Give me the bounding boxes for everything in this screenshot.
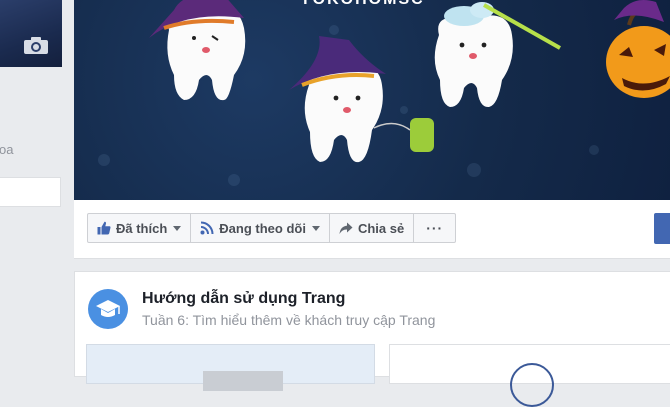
guide-thumbnail-right[interactable] <box>389 344 670 407</box>
like-button[interactable]: Đã thích <box>87 213 192 243</box>
chevron-down-icon <box>311 225 320 231</box>
guide-subtitle: Tuần 6: Tìm hiểu thêm về khách truy cập … <box>142 312 436 328</box>
thumbs-up-icon <box>97 221 111 235</box>
pumpkin <box>606 0 670 98</box>
share-button[interactable]: Chia sẻ <box>328 213 415 243</box>
left-column: oa <box>0 0 62 377</box>
sidebar-box[interactable] <box>0 177 61 207</box>
action-button-group: Đã thích Đang theo dõi Chia sẻ ··· <box>87 213 457 243</box>
cover-photo[interactable]: YOKOHOMSC <box>74 0 670 200</box>
guide-title[interactable]: Hướng dẫn sử dụng Trang <box>142 290 345 308</box>
guide-thumbnail-left[interactable] <box>86 344 375 391</box>
tooth-witch-hat-2 <box>289 36 434 163</box>
primary-action-button[interactable] <box>654 213 670 244</box>
chevron-down-icon <box>173 225 182 231</box>
circle-icon <box>510 363 554 407</box>
thumbnail-placeholder <box>203 371 283 391</box>
more-options-label: ··· <box>426 220 444 236</box>
page-guide-card: Hướng dẫn sử dụng Trang Tuần 6: Tìm hiểu… <box>74 271 670 407</box>
cover-illustration <box>98 0 670 186</box>
camera-icon[interactable] <box>23 36 49 55</box>
graduation-cap-icon <box>96 300 120 317</box>
sidebar-partial-text: oa <box>0 142 14 157</box>
rss-icon <box>200 221 214 235</box>
page-action-bar: Đã thích Đang theo dõi Chia sẻ ··· <box>74 200 670 259</box>
profile-photo[interactable] <box>0 0 62 67</box>
follow-button-label: Đang theo dõi <box>219 220 306 236</box>
like-button-label: Đã thích <box>116 220 168 236</box>
tooth-witch-hat-1 <box>149 0 246 101</box>
follow-button[interactable]: Đang theo dõi <box>190 213 330 243</box>
tooth-toothbrush <box>434 2 561 108</box>
more-options-button[interactable]: ··· <box>413 213 457 243</box>
share-arrow-icon <box>339 222 353 234</box>
guide-icon-wrapper <box>88 289 128 329</box>
share-button-label: Chia sẻ <box>357 220 405 236</box>
